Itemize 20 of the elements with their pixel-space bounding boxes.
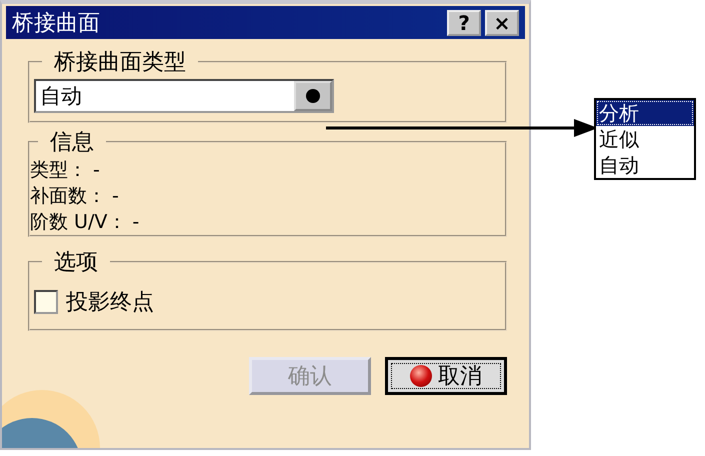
list-item[interactable]: 分析 xyxy=(596,100,694,126)
list-item[interactable]: 近似 xyxy=(596,126,694,152)
combo-value: 自动 xyxy=(39,83,83,110)
close-button[interactable]: × xyxy=(485,10,519,36)
info-text: 类型： - xyxy=(30,158,101,183)
cancel-button[interactable]: 取消 xyxy=(385,357,507,395)
help-button[interactable]: ? xyxy=(447,10,481,36)
info-text: 补面数： - xyxy=(30,184,120,209)
type-combo[interactable]: 自动 xyxy=(34,79,334,113)
dot-icon xyxy=(306,89,320,103)
group-title: 桥接曲面类型 xyxy=(53,49,187,77)
group-title: 信息 xyxy=(49,129,95,157)
checkbox[interactable] xyxy=(34,290,58,314)
window-title: 桥接曲面 xyxy=(12,10,101,38)
group-title: 选项 xyxy=(53,249,99,277)
list-item[interactable]: 自动 xyxy=(596,152,694,178)
checkbox-label: 投影终点 xyxy=(66,289,154,317)
dropdown-button[interactable] xyxy=(294,81,332,111)
ball-icon xyxy=(410,365,432,387)
info-text: 阶数 U/V： - xyxy=(30,210,140,235)
